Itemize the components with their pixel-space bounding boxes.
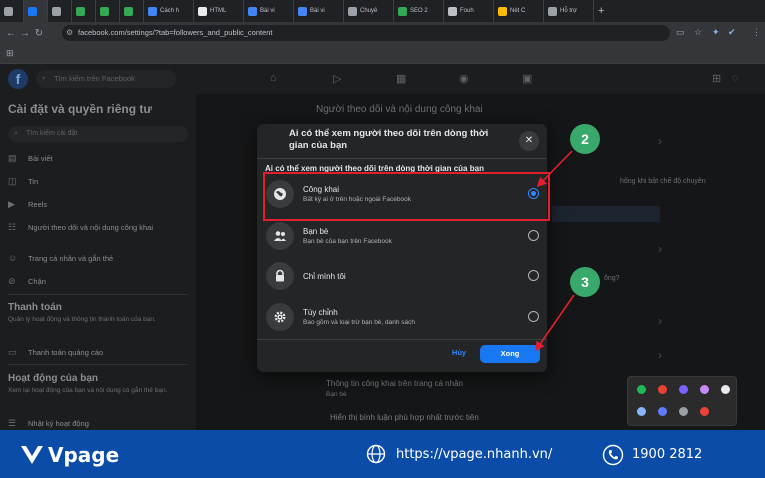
spotify-icon[interactable] xyxy=(637,385,646,394)
brand-name: Vpage xyxy=(48,443,120,467)
send-icon[interactable] xyxy=(721,385,730,394)
hotline-number[interactable]: 1900 2812 xyxy=(632,447,702,462)
vpage-banner: Vpage https://vpage.nhanh.vn/ 1900 2812 xyxy=(0,430,765,478)
website-link[interactable]: https://vpage.nhanh.vn/ xyxy=(396,447,552,462)
app-icon[interactable] xyxy=(700,407,709,416)
phone-icon xyxy=(602,444,624,466)
globe-icon xyxy=(366,444,386,464)
app-icon[interactable] xyxy=(679,385,688,394)
app-icon[interactable] xyxy=(658,407,667,416)
shield-icon[interactable] xyxy=(637,407,646,416)
system-tray-popup xyxy=(627,376,737,426)
vpage-logo-icon xyxy=(21,446,43,464)
pen-icon[interactable] xyxy=(700,385,709,394)
link-icon[interactable] xyxy=(679,407,688,416)
chrome-icon[interactable] xyxy=(658,385,667,394)
